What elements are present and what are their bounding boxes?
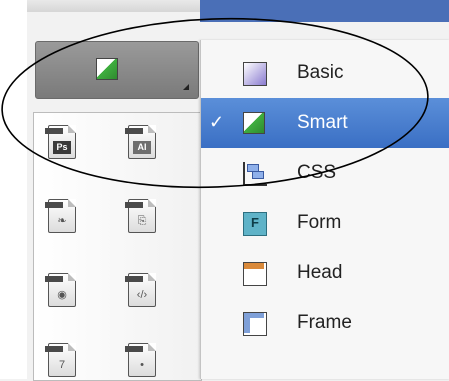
left-margin [0, 0, 27, 379]
head-icon [243, 262, 267, 286]
checkmark-icon: ✓ [209, 112, 225, 132]
form-icon: F [243, 212, 267, 236]
css-layout-icon [243, 162, 267, 186]
link-glyph: ⎘ [137, 215, 147, 227]
calendar-glyph: 7 [58, 359, 66, 371]
menu-item-label: Basic [297, 62, 344, 83]
menu-item-label: Smart [297, 112, 348, 133]
frame-icon [243, 312, 267, 336]
disc-glyph: ◉ [57, 289, 67, 301]
info-glyph: • [140, 359, 144, 371]
menu-item-label: Frame [297, 312, 352, 333]
menu-item-label: Form [297, 212, 342, 233]
disc-doc-icon[interactable]: ◉ [42, 269, 80, 309]
menu-item-basic[interactable]: Basic [201, 48, 449, 98]
calendar-doc-icon[interactable]: 7 [42, 339, 80, 379]
link-doc-icon[interactable]: ⎘ [122, 195, 160, 235]
menu-item-label: Head [297, 262, 343, 283]
style-popup-menu: Basic ✓ Smart CSS F Form Head Frame [200, 40, 449, 379]
smart-swatch-icon [243, 112, 265, 134]
photoshop-doc-icon[interactable]: Ps [42, 121, 80, 161]
style-dropdown-button[interactable] [35, 41, 199, 99]
menu-item-frame[interactable]: Frame [201, 298, 449, 348]
tool-palette: Ps AI ❧ ⎘ ◉ ‹/› 7 • [33, 112, 202, 381]
basic-swatch-icon [243, 62, 267, 86]
menu-item-smart[interactable]: ✓ Smart [201, 98, 449, 148]
code-glyph: ‹/› [136, 289, 148, 301]
menu-item-head[interactable]: Head [201, 248, 449, 298]
info-doc-icon[interactable]: • [122, 339, 160, 379]
menu-item-label: CSS [297, 162, 337, 183]
menu-item-css[interactable]: CSS [201, 148, 449, 198]
corner-arrow-icon [183, 84, 189, 90]
pdf-doc-icon[interactable]: ❧ [42, 195, 80, 235]
illustrator-tag: AI [133, 141, 151, 154]
desktop-strip [200, 0, 449, 22]
pdf-glyph: ❧ [57, 215, 67, 227]
illustrator-doc-icon[interactable]: AI [122, 121, 160, 161]
smart-swatch-icon [96, 58, 118, 80]
photoshop-tag: Ps [53, 141, 71, 154]
menu-item-form[interactable]: F Form [201, 198, 449, 248]
code-doc-icon[interactable]: ‹/› [122, 269, 160, 309]
